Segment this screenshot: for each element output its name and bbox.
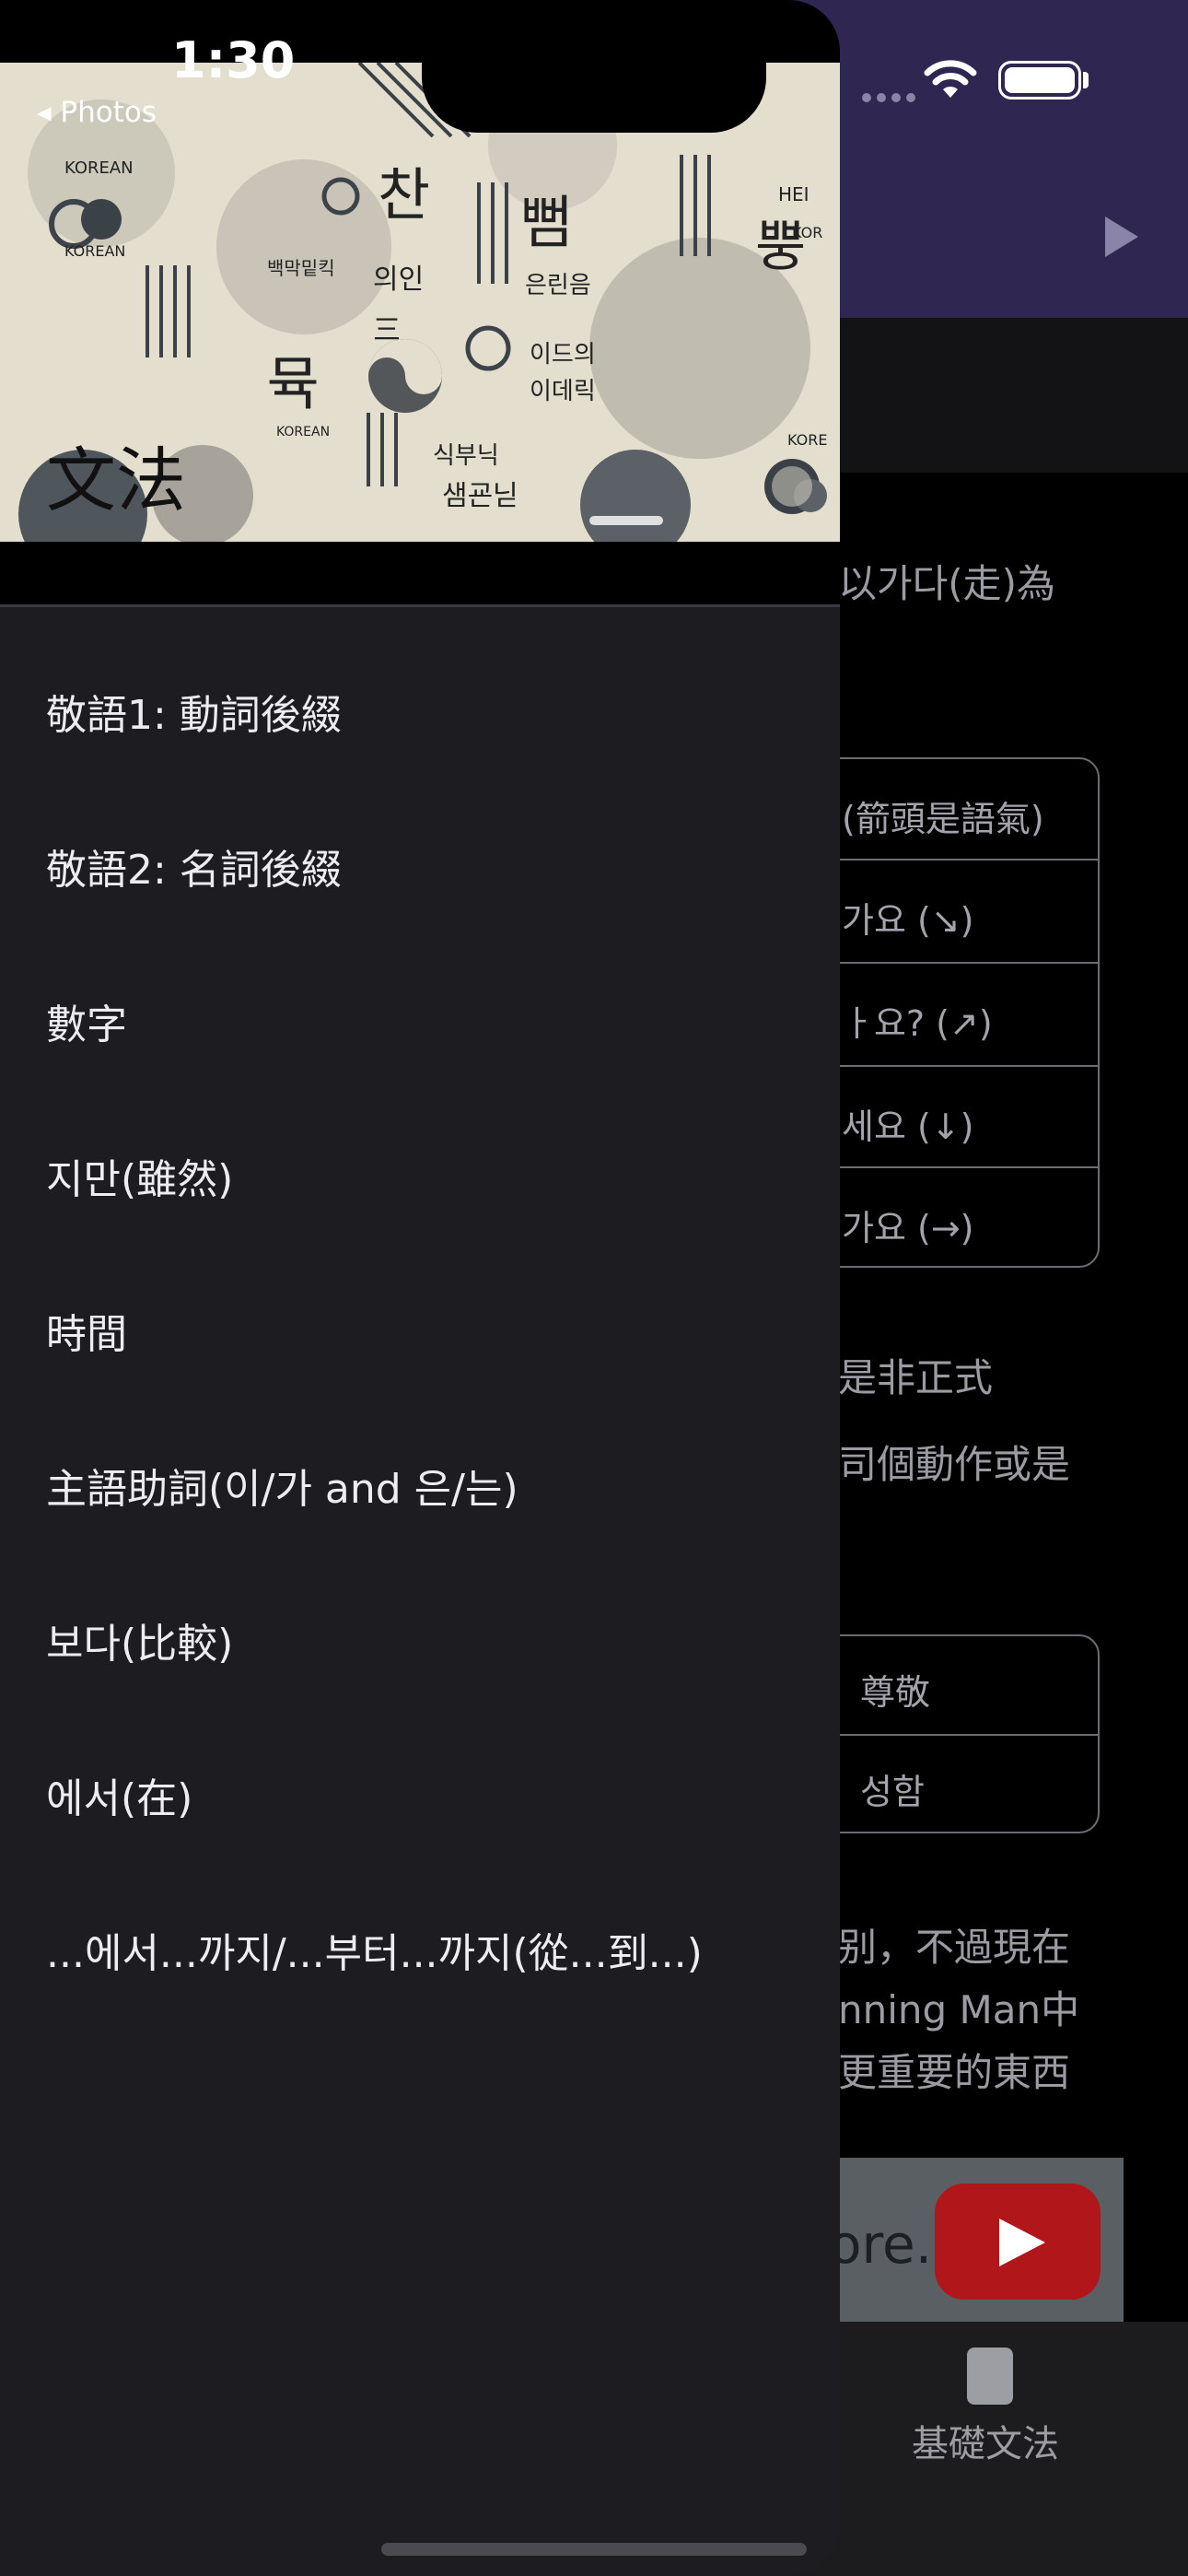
menu-item-comparison[interactable]: 보다(比較) bbox=[46, 1610, 233, 1669]
svg-text:은린음: 은린음 bbox=[525, 272, 591, 299]
svg-text:찬: 찬 bbox=[378, 161, 430, 228]
svg-text:뮥: 뮥 bbox=[267, 350, 320, 417]
table-cell: 가요 (↘) bbox=[812, 859, 1098, 962]
svg-text:KORE: KORE bbox=[787, 431, 827, 449]
svg-text:식부닉: 식부닉 bbox=[433, 442, 499, 470]
wifi-icon bbox=[924, 60, 977, 98]
background-text-line: 司個動作或是 bbox=[838, 1442, 1071, 1487]
background-text-line: 更重要的東西 bbox=[838, 2050, 1071, 2095]
svg-text:KOREAN: KOREAN bbox=[276, 425, 330, 439]
battery-icon bbox=[998, 61, 1081, 100]
menu-item-subject-particles[interactable]: 主語助詞(이/가 and 은/는) bbox=[46, 1456, 518, 1515]
svg-text:이드의: 이드의 bbox=[530, 341, 596, 369]
video-thumbnail[interactable]: ore. bbox=[810, 2158, 1124, 2324]
table-cell: 세요 (↓) bbox=[812, 1065, 1098, 1166]
svg-text:KOR: KOR bbox=[792, 224, 822, 241]
home-indicator[interactable] bbox=[381, 2543, 807, 2556]
menu-item-time[interactable]: 時間 bbox=[46, 1301, 127, 1360]
menu-item-location[interactable]: 에서(在) bbox=[46, 1765, 192, 1824]
honorific-table: 尊敬 성함 bbox=[810, 1634, 1100, 1833]
drawer-title: 文法 bbox=[46, 439, 186, 521]
svg-text:의인: 의인 bbox=[373, 263, 424, 296]
background-text-line: 是非正式 bbox=[838, 1355, 994, 1400]
divider bbox=[0, 604, 840, 607]
menu-item-although[interactable]: 지만(雖然) bbox=[46, 1146, 233, 1205]
camera-notch bbox=[422, 0, 766, 133]
svg-text:샘굔닏: 샘굔닏 bbox=[442, 480, 518, 512]
menu-item-from-to[interactable]: ...에서...까지/...부터...까지(從...到...) bbox=[46, 1920, 703, 1979]
table-cell: 尊敬 bbox=[860, 1672, 931, 1713]
drawer-banner-image: 찬 뻠 뮥 뿡 은린음 의인 三 이드의 이데릭 식부닉 샘굔닏 백막밑킥 KO… bbox=[0, 63, 840, 542]
svg-text:뻠: 뻠 bbox=[520, 189, 573, 256]
video-caption: ore. bbox=[829, 2213, 933, 2276]
menu-item-honorific-noun[interactable]: 敬語2: 名詞後綴 bbox=[46, 837, 342, 896]
menu-item-numbers[interactable]: 數字 bbox=[46, 991, 127, 1050]
svg-text:HEI: HEI bbox=[778, 183, 809, 205]
background-text-line: nning Man中 bbox=[838, 1987, 1080, 2032]
table-cell: ㅏ요? (↗) bbox=[812, 962, 1098, 1065]
play-icon[interactable] bbox=[1105, 217, 1138, 257]
background-text-line: 别，不過現在 bbox=[838, 1925, 1071, 1970]
battery-tip bbox=[1083, 72, 1089, 88]
table-cell: 가요 (→) bbox=[812, 1166, 1098, 1266]
tone-table: (箭頭是語氣) 가요 (↘) ㅏ요? (↗) 세요 (↓) 가요 (→) bbox=[810, 757, 1100, 1268]
book-icon[interactable] bbox=[967, 2348, 1013, 2405]
drawer-header-gap bbox=[0, 542, 840, 606]
table-cell: 성함 bbox=[812, 1734, 1098, 1832]
svg-text:KOREAN: KOREAN bbox=[64, 158, 134, 178]
table-cell: (箭頭是語氣) bbox=[842, 799, 1044, 839]
tab-basic-grammar[interactable]: 基礎文法 bbox=[912, 2414, 1059, 2467]
svg-text:KOREAN: KOREAN bbox=[64, 242, 125, 260]
svg-text:백막밑킥: 백막밑킥 bbox=[267, 257, 335, 279]
status-time: 1:30 bbox=[171, 31, 296, 89]
navigation-drawer: 찬 뻠 뮥 뿡 은린음 의인 三 이드의 이데릭 식부닉 샘굔닏 백막밑킥 KO… bbox=[0, 0, 840, 2576]
background-text-line: 以가다(走)為 bbox=[838, 561, 1056, 606]
signal-icon bbox=[862, 88, 921, 106]
menu-item-honorific-verb[interactable]: 敬語1: 動詞後綴 bbox=[46, 682, 342, 741]
svg-text:이데릭: 이데릭 bbox=[530, 378, 596, 405]
back-to-photos-link[interactable]: ◂ Photos bbox=[37, 96, 157, 129]
youtube-play-icon[interactable] bbox=[935, 2184, 1101, 2300]
